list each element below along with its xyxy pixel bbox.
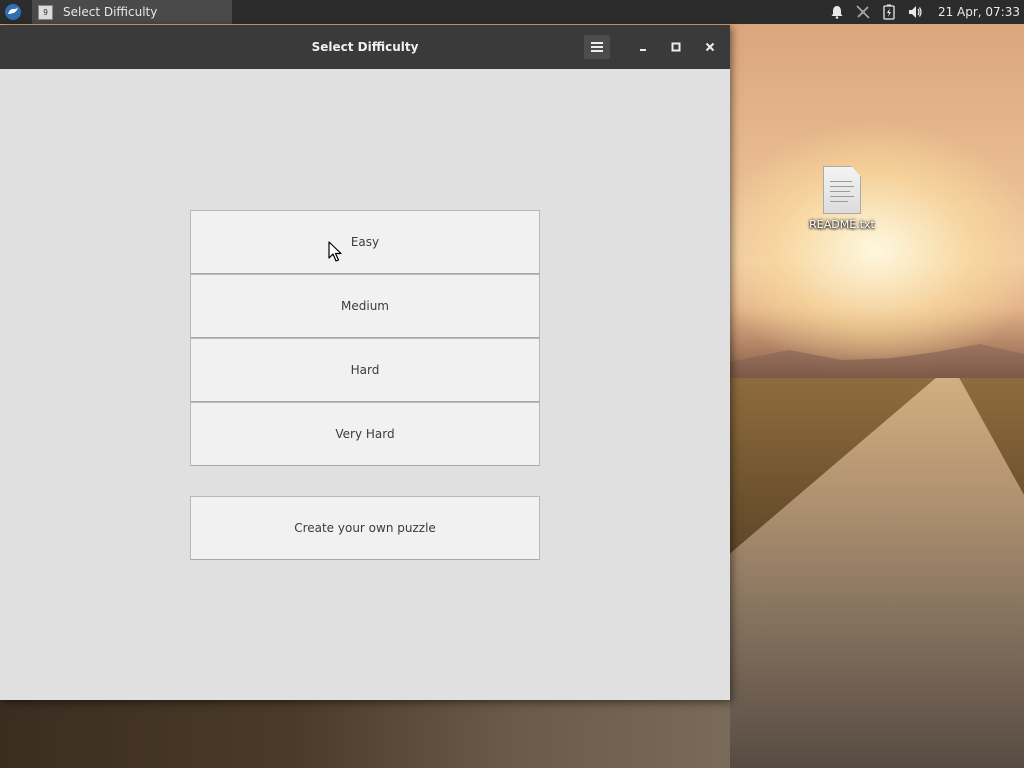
close-icon <box>705 42 715 52</box>
wallpaper-foreground <box>0 700 730 768</box>
maximize-button[interactable] <box>663 35 689 59</box>
maximize-icon <box>671 42 681 52</box>
hard-button[interactable]: Hard <box>190 338 540 402</box>
window-title: Select Difficulty <box>311 40 419 54</box>
app-menu-icon[interactable] <box>4 3 22 21</box>
taskbar-window-button[interactable]: 9 Select Difficulty <box>32 0 232 24</box>
create-puzzle-button[interactable]: Create your own puzzle <box>190 496 540 560</box>
text-file-icon <box>823 166 861 214</box>
minimize-icon <box>640 49 646 51</box>
taskbar-window-title: Select Difficulty <box>63 5 158 19</box>
volume-icon[interactable] <box>907 4 923 20</box>
hamburger-menu-icon <box>591 42 603 52</box>
battery-charging-icon[interactable] <box>881 4 897 20</box>
mouse-pointer-icon <box>328 241 342 267</box>
select-difficulty-window: Select Difficulty Easy Medium Hard Very … <box>0 25 730 700</box>
very-hard-button[interactable]: Very Hard <box>190 402 540 466</box>
medium-label: Medium <box>341 299 389 313</box>
medium-button[interactable]: Medium <box>190 274 540 338</box>
hard-label: Hard <box>350 363 380 377</box>
close-button[interactable] <box>697 35 723 59</box>
system-tray: 21 Apr, 07:33 <box>824 0 1024 24</box>
easy-button[interactable]: Easy <box>190 210 540 274</box>
very-hard-label: Very Hard <box>335 427 395 441</box>
bell-icon[interactable] <box>829 4 845 20</box>
network-disconnected-icon[interactable] <box>855 4 871 20</box>
difficulty-content: Easy Medium Hard Very Hard Create your o… <box>0 69 730 700</box>
panel-clock[interactable]: 21 Apr, 07:33 <box>938 5 1020 19</box>
create-puzzle-label: Create your own puzzle <box>294 521 436 535</box>
window-titlebar[interactable]: Select Difficulty <box>0 25 730 69</box>
easy-label: Easy <box>350 235 380 249</box>
minimize-button[interactable] <box>630 35 656 59</box>
desktop-icon-label: README.txt <box>809 218 875 231</box>
sudoku-app-icon: 9 <box>38 4 53 20</box>
hamburger-menu-button[interactable] <box>584 35 610 59</box>
top-panel: 9 Select Difficulty 21 Apr, 07:33 <box>0 0 1024 24</box>
desktop-icon-readme[interactable]: README.txt <box>800 166 884 231</box>
